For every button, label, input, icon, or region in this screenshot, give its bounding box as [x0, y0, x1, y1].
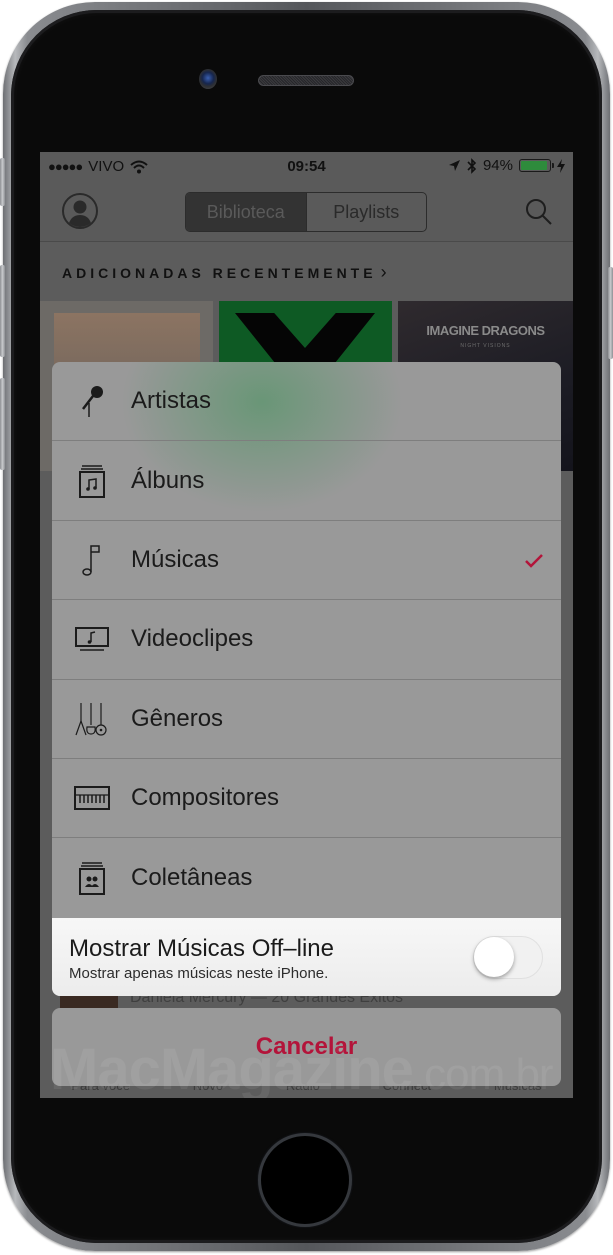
search-icon[interactable]: [525, 198, 553, 226]
checkmark-icon: [525, 554, 543, 568]
power-button[interactable]: [608, 267, 613, 359]
charging-bolt-icon: [557, 158, 565, 173]
segment-biblioteca[interactable]: Biblioteca: [186, 193, 306, 231]
person-silhouette-icon: [68, 200, 92, 227]
music-video-icon: [74, 621, 110, 657]
segment-playlists[interactable]: Playlists: [305, 193, 427, 231]
album-artwork-title: IMAGINE DRAGONS: [426, 323, 545, 338]
earpiece-speaker: [258, 75, 354, 86]
offline-toggle-subtitle: Mostrar apenas músicas neste iPhone.: [69, 965, 329, 982]
menu-item-musicas[interactable]: Músicas: [52, 521, 561, 601]
home-button[interactable]: [258, 1133, 352, 1227]
menu-item-generos[interactable]: Gêneros: [52, 680, 561, 759]
microphone-icon: [74, 383, 110, 419]
recently-added-header[interactable]: ADICIONADAS RECENTEMENTE ›: [62, 262, 387, 283]
menu-item-compositores[interactable]: Compositores: [52, 759, 561, 839]
status-bar: ●●●●● VIVO 09:54 94%: [40, 152, 573, 182]
menu-item-label: Gêneros: [131, 704, 224, 732]
toggle-knob: [474, 937, 514, 977]
menu-item-label: Músicas: [131, 545, 220, 573]
chevron-right-icon: ›: [380, 262, 387, 282]
menu-item-label: Artistas: [131, 387, 212, 415]
library-filter-sheet: Artistas Álbuns Músicas Videoclipes Gêne…: [52, 362, 561, 996]
offline-toggle-title: Mostrar Músicas Off–line: [69, 935, 334, 962]
screen: ●●●●● VIVO 09:54 94% Biblioteca Playlist…: [40, 152, 573, 1098]
battery-icon: [519, 159, 554, 172]
volume-down-button[interactable]: [0, 378, 5, 470]
cancel-label: Cancelar: [255, 1033, 358, 1060]
offline-music-row: Mostrar Músicas Off–line Mostrar apenas …: [52, 918, 561, 996]
front-camera: [199, 69, 217, 89]
menu-item-videoclipes[interactable]: Videoclipes: [52, 600, 561, 680]
album-stack-icon: [74, 463, 110, 499]
volume-up-button[interactable]: [0, 265, 5, 357]
account-avatar-button[interactable]: [62, 193, 98, 229]
bluetooth-icon: [467, 157, 477, 174]
guitars-icon: [74, 701, 110, 737]
library-segmented-control: Biblioteca Playlists: [185, 192, 427, 232]
offline-music-toggle[interactable]: [473, 936, 543, 979]
mute-switch[interactable]: [0, 158, 5, 206]
menu-item-albuns[interactable]: Álbuns: [52, 441, 561, 521]
location-arrow-icon: [448, 160, 460, 171]
piano-icon: [74, 780, 110, 816]
compilation-icon: [74, 860, 110, 896]
menu-item-coletaneas[interactable]: Coletâneas: [52, 838, 561, 917]
recently-added-title: ADICIONADAS RECENTEMENTE: [62, 264, 377, 281]
menu-item-label: Álbuns: [131, 466, 205, 494]
battery-level-fill: [521, 161, 548, 170]
battery-percentage: 94%: [482, 157, 513, 174]
cancel-button[interactable]: Cancelar: [52, 1008, 561, 1086]
menu-item-label: Coletâneas: [131, 864, 253, 892]
music-note-icon: [74, 542, 110, 578]
navigation-bar: Biblioteca Playlists: [40, 182, 573, 242]
menu-item-artistas[interactable]: Artistas: [52, 362, 561, 442]
menu-item-label: Videoclipes: [131, 625, 254, 653]
menu-item-label: Compositores: [131, 784, 280, 812]
album-artwork-subtitle: NIGHT VISIONS: [460, 343, 511, 349]
